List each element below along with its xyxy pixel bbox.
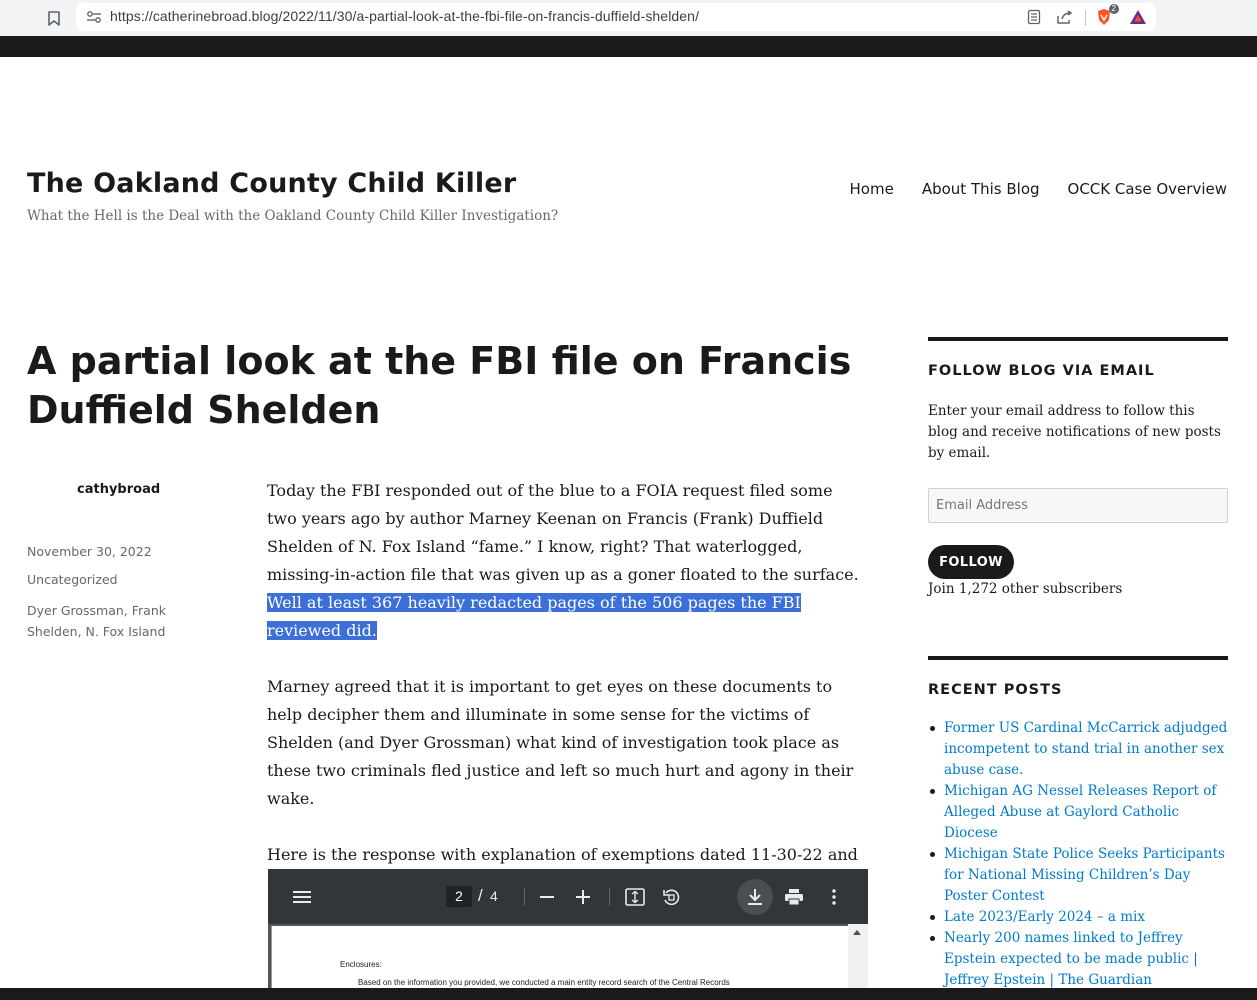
shields-count-badge: 2 [1108,4,1119,14]
post-paragraph: Today the FBI responded out of the blue … [267,477,867,645]
recent-post-link[interactable]: Nearly 200 names linked to Jeffrey Epste… [944,930,1198,988]
site-title[interactable]: The Oakland County Child Killer [27,168,516,199]
toolbar-divider [609,888,610,906]
rotate-icon[interactable] [660,886,682,908]
toolbar-divider [1085,10,1086,26]
follow-blog-widget: FOLLOW BLOG VIA EMAIL Enter your email a… [928,337,1228,602]
zoom-in-icon[interactable] [572,886,594,908]
pdf-toolbar: 2 / 4 [268,869,868,924]
pdf-page-separator: / [478,886,483,905]
site-description: What the Hell is the Deal with the Oakla… [27,208,559,224]
brave-shields-icon[interactable]: 2 [1094,4,1119,26]
pdf-viewer[interactable]: 2 / 4 Enclosures: Based on the informati… [268,869,868,1000]
follow-description: Enter your email address to follow this … [928,403,1221,461]
nav-home[interactable]: Home [850,180,894,198]
list-item: Late 2023/Early 2024 – a mix [928,907,1228,928]
list-item: Michigan AG Nessel Releases Report of Al… [928,781,1228,844]
print-icon[interactable] [783,886,805,908]
nav-about-this-blog[interactable]: About This Blog [922,180,1040,198]
menu-icon[interactable] [291,886,313,908]
list-item: Nearly 200 names linked to Jeffrey Epste… [928,928,1228,991]
reader-mode-icon[interactable] [1024,8,1044,26]
pdf-document-text: Based on the information you provided, w… [358,978,730,987]
url-text[interactable]: https://catherinebroad.blog/2022/11/30/a… [110,8,699,24]
post-category[interactable]: Uncategorized [27,572,118,587]
post-paragraph: Marney agreed that it is important to ge… [267,677,854,808]
brave-rewards-icon[interactable] [1128,8,1148,26]
zoom-out-icon[interactable] [536,886,558,908]
site-top-border [0,36,1257,57]
email-field[interactable] [928,488,1228,523]
address-bar[interactable]: https://catherinebroad.blog/2022/11/30/a… [76,3,1156,31]
list-item: Former US Cardinal McCarrick adjudged in… [928,718,1228,781]
selected-text: Well at least 367 heavily redacted pages… [267,593,801,640]
more-options-icon[interactable] [823,886,845,908]
share-icon[interactable] [1054,8,1074,26]
recent-posts-list: Former US Cardinal McCarrick adjudged in… [928,718,1228,991]
post-content: Today the FBI responded out of the blue … [267,477,867,925]
nav-occk-case-overview[interactable]: OCCK Case Overview [1068,180,1227,198]
pdf-page-number-input[interactable]: 2 [446,886,472,907]
site-info-icon[interactable] [86,9,102,25]
recent-post-link[interactable]: Late 2023/Early 2024 – a mix [944,909,1145,925]
post-author[interactable]: cathybroad [77,482,160,497]
paragraph-text: Today the FBI responded out of the blue … [267,481,859,584]
fit-to-page-icon[interactable] [624,886,646,908]
recent-post-link[interactable]: Former US Cardinal McCarrick adjudged in… [944,720,1227,778]
scroll-up-arrow-icon[interactable] [853,930,861,935]
recent-posts-widget: RECENT POSTS Former US Cardinal McCarric… [928,656,1228,991]
follow-button[interactable]: FOLLOW [928,545,1014,579]
toolbar-divider [524,888,525,906]
site-bottom-border [0,988,1257,1000]
post-date[interactable]: November 30, 2022 [27,544,152,559]
widget-title: RECENT POSTS [928,682,1063,698]
browser-toolbar: https://catherinebroad.blog/2022/11/30/a… [0,0,1257,36]
post-title: A partial look at the FBI file on Franci… [27,339,852,432]
recent-post-link[interactable]: Michigan State Police Seeks Participants… [944,846,1225,904]
subscriber-count: Join 1,272 other subscribers [928,581,1123,597]
bookmark-icon[interactable] [44,7,64,29]
pdf-total-pages: 4 [490,888,498,904]
post-tags[interactable]: Dyer Grossman, Frank Shelden, N. Fox Isl… [27,600,202,642]
list-item: Michigan State Police Seeks Participants… [928,844,1228,907]
download-icon[interactable] [744,886,766,908]
recent-post-link[interactable]: Michigan AG Nessel Releases Report of Al… [944,783,1216,841]
pdf-document-text: Enclosures: [340,960,382,969]
main-navigation: Home About This Blog OCCK Case Overview [850,180,1227,198]
widget-title: FOLLOW BLOG VIA EMAIL [928,363,1155,379]
